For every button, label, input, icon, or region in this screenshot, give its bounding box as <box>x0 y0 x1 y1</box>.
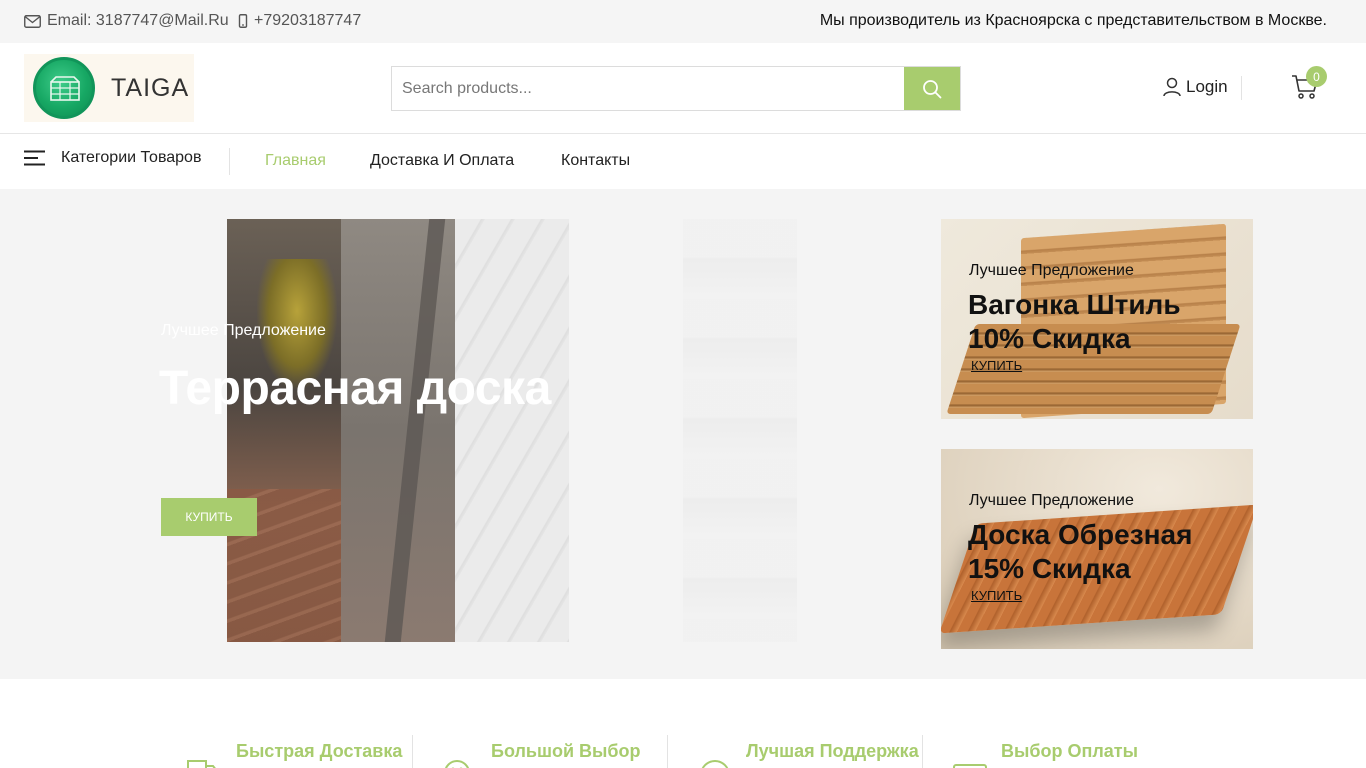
top-bar: Email: 3187747@Mail.Ru +79203187747 Мы п… <box>0 0 1366 43</box>
features-strip: Быстрая Доставка Большой Выбор Лучшая По… <box>0 679 1366 768</box>
hamburger-menu-icon <box>24 150 45 166</box>
hero-title: Террасная доска <box>159 362 551 415</box>
login-link[interactable]: Login <box>1162 77 1228 97</box>
feature-best-support: Лучшая Поддержка <box>667 735 923 768</box>
user-icon <box>1163 77 1181 97</box>
feature-title: Выбор Оплаты <box>1001 741 1138 761</box>
search-input[interactable] <box>392 67 904 110</box>
phone-contact[interactable]: +79203187747 <box>238 12 361 30</box>
site-header: TAIGA Login 0 <box>0 43 1366 134</box>
feature-title: Лучшая Поддержка <box>746 741 919 761</box>
hero-slider-image <box>227 219 569 642</box>
banner-title-line: Вагонка Штиль <box>968 289 1181 320</box>
main-nav: Категории Товаров Главная Доставка И Опл… <box>0 134 1366 189</box>
decking-photo-panel <box>455 219 569 642</box>
search-bar <box>391 66 961 111</box>
banner-discount: 15% Скидка <box>968 553 1131 584</box>
cart-count-badge: 0 <box>1306 66 1327 87</box>
login-label: Login <box>1186 77 1228 96</box>
banner-kicker: Лучшее Предложение <box>969 262 1134 279</box>
banner-buy-link[interactable]: КУПИТЬ <box>971 358 1022 373</box>
hero-kicker: Лучшее Предложение <box>161 322 326 339</box>
hero-buy-button[interactable]: КУПИТЬ <box>161 498 257 536</box>
promo-banner-lining[interactable]: Лучшее Предложение Вагонка Штиль 10% Ски… <box>941 219 1253 419</box>
hero-faded-image <box>683 219 797 642</box>
email-text: Email: 3187747@Mail.Ru <box>47 12 229 29</box>
nav-link-delivery[interactable]: Доставка И Оплата <box>370 152 514 170</box>
hero-section: Лучшее Предложение Террасная доска КУПИТ… <box>0 189 1366 679</box>
logo-emblem-icon <box>33 57 95 119</box>
phone-text: +79203187747 <box>254 12 362 29</box>
truck-icon <box>187 760 216 768</box>
email-contact[interactable]: Email: 3187747@Mail.Ru <box>24 12 229 30</box>
search-button[interactable] <box>904 67 960 110</box>
nav-link-home[interactable]: Главная <box>265 152 326 170</box>
feature-fast-delivery: Быстрая Доставка <box>157 735 413 768</box>
promo-banner-board[interactable]: Лучшее Предложение Доска Обрезная 15% Ск… <box>941 449 1253 649</box>
feature-large-selection: Большой Выбор <box>412 735 668 768</box>
mail-icon <box>24 14 41 28</box>
header-divider <box>1241 76 1242 100</box>
credit-card-icon <box>953 764 987 768</box>
feature-payment-choice: Выбор Оплаты <box>922 735 1177 768</box>
site-logo[interactable]: TAIGA <box>24 54 194 122</box>
logo-text: TAIGA <box>111 73 190 102</box>
banner-title-line: Доска Обрезная <box>968 519 1193 550</box>
banner-title: Доска Обрезная 15% Скидка <box>968 518 1192 586</box>
feature-title: Быстрая Доставка <box>236 741 403 761</box>
banner-discount: 10% Скидка <box>968 323 1131 354</box>
feature-title: Большой Выбор <box>491 741 641 761</box>
tagline: Мы производитель из Красноярска с предст… <box>819 12 1327 29</box>
search-icon <box>923 79 942 98</box>
categories-menu[interactable]: Категории Товаров <box>24 149 201 167</box>
nav-link-contacts[interactable]: Контакты <box>561 152 630 170</box>
support-icon <box>701 760 729 768</box>
phone-icon <box>238 14 248 28</box>
decking-photo-panel <box>341 219 455 642</box>
decking-photo-panel <box>227 219 341 642</box>
nav-divider <box>229 148 230 175</box>
categories-label: Категории Товаров <box>61 149 202 166</box>
banner-title: Вагонка Штиль 10% Скидка <box>968 288 1181 356</box>
smile-icon <box>445 760 469 768</box>
banner-buy-link[interactable]: КУПИТЬ <box>971 588 1022 603</box>
banner-kicker: Лучшее Предложение <box>969 492 1134 509</box>
